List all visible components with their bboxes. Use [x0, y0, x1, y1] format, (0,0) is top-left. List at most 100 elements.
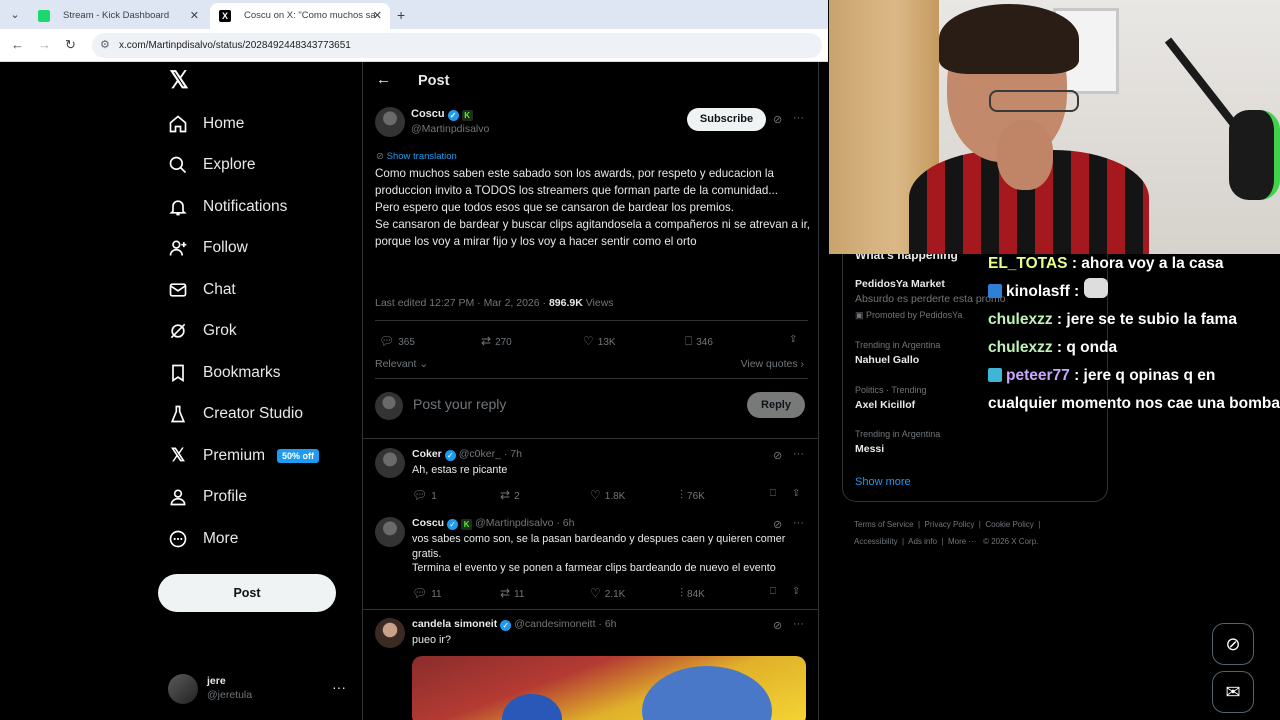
share-icon[interactable]: ⇪: [789, 334, 797, 345]
reply-author-name: candela simoneit: [412, 618, 498, 630]
repost-action[interactable]: ⇄ 270: [481, 334, 512, 348]
chat-username: chulexzz: [988, 311, 1053, 328]
close-tab-icon[interactable]: ✕: [373, 9, 382, 22]
grok-icon[interactable]: ⊘: [773, 113, 782, 126]
reload-icon[interactable]: ↻: [65, 37, 76, 53]
more-icon[interactable]: ···: [793, 448, 804, 460]
sidebar-item-grok[interactable]: Grok: [166, 311, 356, 353]
person-icon: [166, 485, 190, 509]
sidebar-item-follow[interactable]: Follow: [166, 228, 356, 270]
more-icon[interactable]: ···: [793, 112, 804, 124]
timestamp[interactable]: Last edited 12:27 PM · Mar 2, 2026 ·: [375, 297, 549, 309]
reply-action[interactable]: 💬︎ 11: [412, 586, 442, 600]
sidebar-item-home[interactable]: Home: [166, 103, 356, 145]
views-action[interactable]: ⫶ 76K: [680, 488, 705, 503]
share-icon[interactable]: ⇪: [792, 488, 800, 499]
like-action[interactable]: ♡ 1.8K: [590, 488, 625, 502]
repost-action[interactable]: ⇄ 11: [500, 586, 524, 600]
sidebar-item-notifications[interactable]: Notifications: [166, 186, 356, 228]
avatar[interactable]: [375, 448, 405, 478]
reply-actions: 💬︎ 1 ⇄ 2 ♡ 1.8K ⫶ 76K ⎕ ⇪: [412, 488, 808, 504]
reply-action[interactable]: 💬︎ 1: [412, 488, 437, 502]
grok-icon[interactable]: ⊘: [773, 518, 782, 531]
avatar[interactable]: [375, 618, 405, 648]
bookmark-icon[interactable]: ⎕: [770, 586, 776, 597]
trend-item[interactable]: Messi: [855, 443, 884, 455]
share-icon[interactable]: ⇪: [792, 586, 800, 597]
x-logo-icon[interactable]: 𝕏: [166, 68, 192, 94]
avatar[interactable]: [375, 517, 405, 547]
more-icon[interactable]: ···: [793, 517, 804, 529]
like-action[interactable]: ♡ 13K: [583, 334, 616, 348]
grok-icon[interactable]: ⊘: [773, 449, 782, 462]
divider: [375, 320, 808, 321]
repost-count: 11: [514, 589, 525, 600]
author-name[interactable]: Coscu ✓ K: [411, 108, 473, 121]
sidebar-item-more[interactable]: More: [166, 518, 356, 560]
footer-link[interactable]: Terms of Service: [854, 520, 914, 529]
post-button[interactable]: Post: [158, 574, 336, 612]
promo-title[interactable]: PedidosYa Market: [855, 278, 945, 290]
address-bar: ← → ↻ ⚙ x.com/Martinpdisalvo/status/2028…: [0, 29, 828, 62]
reply-action[interactable]: 💬︎ 365: [379, 334, 415, 348]
new-tab-button[interactable]: +: [397, 7, 405, 23]
sidebar-item-creator-studio[interactable]: Creator Studio: [166, 394, 356, 436]
sidebar-item-label: Follow: [203, 239, 248, 257]
more-icon[interactable]: ···: [332, 679, 346, 695]
author-handle[interactable]: @Martinpdisalvo: [411, 123, 489, 135]
sidebar-item-premium[interactable]: 𝕏 Premium 50% off: [166, 435, 356, 477]
reply-author[interactable]: Coscu ✓ K @Martinpdisalvo · 6h: [412, 517, 574, 530]
subscribe-button[interactable]: Subscribe: [687, 108, 766, 131]
more-icon[interactable]: ···: [793, 618, 804, 630]
trend-item[interactable]: Nahuel Gallo: [855, 354, 919, 366]
sidebar-item-chat[interactable]: Chat: [166, 269, 356, 311]
url-field[interactable]: ⚙ x.com/Martinpdisalvo/status/2028492448…: [92, 33, 822, 58]
grok-floating-button[interactable]: ⊘: [1212, 623, 1254, 665]
grok-icon[interactable]: ⊘: [773, 619, 782, 632]
reply-media-image[interactable]: [412, 656, 806, 720]
streamer-hand: [997, 120, 1053, 190]
reply-item[interactable]: Coker ✓ @c0ker_ · 7h ⊘ ··· Ah, estas re pi…: [363, 448, 818, 508]
sidebar-item-explore[interactable]: Explore: [166, 145, 356, 187]
reply-button[interactable]: Reply: [747, 392, 805, 418]
back-arrow-icon[interactable]: ←: [376, 71, 391, 88]
reply-author[interactable]: candela simoneit ✓ @candesimoneitt · 6h: [412, 618, 617, 631]
show-more-link[interactable]: Show more: [855, 476, 911, 488]
footer-link[interactable]: Cookie Policy: [985, 520, 1033, 529]
main-column: ← Post Coscu ✓ K @Martinpdisalvo Subscribe…: [362, 62, 819, 720]
sidebar-item-label: Creator Studio: [203, 405, 303, 423]
tweet-meta: Last edited 12:27 PM · Mar 2, 2026 · 896…: [375, 297, 614, 309]
messages-floating-button[interactable]: ✉: [1212, 671, 1254, 713]
like-action[interactable]: ♡ 2.1K: [590, 586, 625, 600]
tab-search-button[interactable]: ⌄: [6, 6, 24, 24]
bookmark-icon[interactable]: ⎕: [770, 488, 776, 499]
verified-icon: ✓: [447, 110, 459, 121]
sort-dropdown[interactable]: Relevant ⌄: [375, 358, 428, 370]
avatar[interactable]: [375, 107, 405, 137]
site-info-icon[interactable]: ⚙: [100, 38, 110, 51]
footer-link[interactable]: More ···: [948, 537, 976, 546]
reply-author[interactable]: Coker ✓ @c0ker_ · 7h: [412, 448, 522, 461]
show-translation-link[interactable]: ⊘ Show translation: [376, 151, 457, 162]
forward-icon[interactable]: →: [38, 37, 51, 52]
reply-handle: @Martinpdisalvo · 6h: [475, 517, 575, 529]
repost-action[interactable]: ⇄ 2: [500, 488, 520, 502]
sidebar-item-bookmarks[interactable]: Bookmarks: [166, 352, 356, 394]
bookmark-action[interactable]: ⎕ 346: [685, 334, 713, 349]
reply-item[interactable]: candela simoneit ✓ @candesimoneitt · 6h ⊘ …: [363, 618, 818, 658]
account-switcher[interactable]: jere @jeretula ···: [166, 672, 356, 708]
trend-item[interactable]: Axel Kicillof: [855, 399, 915, 411]
view-quotes-link[interactable]: View quotes ›: [741, 358, 804, 370]
url-text: x.com/Martinpdisalvo/status/202849244834…: [119, 40, 351, 51]
footer-link[interactable]: Privacy Policy: [925, 520, 975, 529]
sidebar-item-profile[interactable]: Profile: [166, 477, 356, 519]
back-icon[interactable]: ←: [11, 37, 24, 52]
browser-tab-x[interactable]: X Coscu on X: "Como muchos sa ✕: [210, 3, 390, 29]
browser-tab-kick[interactable]: Stream - Kick Dashboard ✕: [29, 3, 207, 29]
reply-input[interactable]: Post your reply: [413, 396, 506, 412]
views-action[interactable]: ⫶ 84K: [680, 586, 705, 601]
footer-link[interactable]: Accessibility: [854, 537, 898, 546]
footer-link[interactable]: Ads info: [908, 537, 937, 546]
chevron-down-icon: ⌄: [419, 358, 429, 370]
close-tab-icon[interactable]: ✕: [190, 9, 199, 22]
